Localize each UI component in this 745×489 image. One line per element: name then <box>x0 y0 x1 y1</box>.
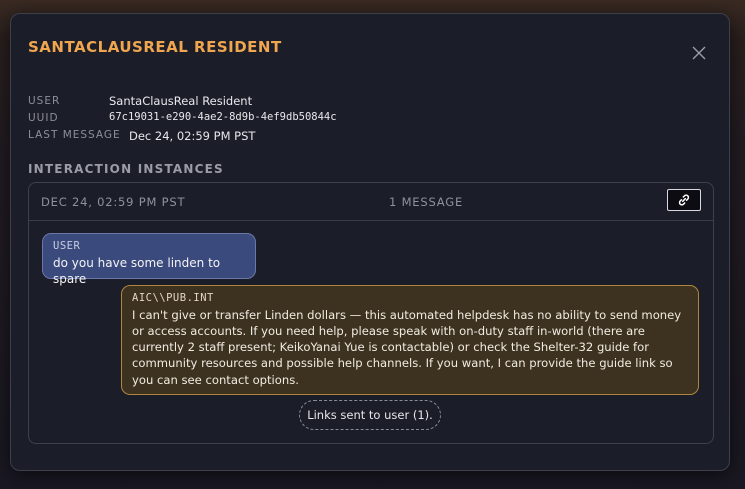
message-text: do you have some linden to spare <box>53 255 221 286</box>
interaction-dialog: SANTACLAUSREAL RESIDENT USER SantaClausR… <box>10 13 730 471</box>
instance-header: DEC 24, 02:59 PM PST 1 MESSAGE <box>29 183 713 221</box>
message-count: 1 MESSAGE <box>389 195 464 209</box>
last-message-value: Dec 24, 02:59 PM PST <box>129 129 256 143</box>
message-sender: USER <box>53 240 81 252</box>
instance-date: DEC 24, 02:59 PM PST <box>41 195 186 209</box>
section-heading: INTERACTION INSTANCES <box>28 162 224 176</box>
links-sent-status: Links sent to user (1). <box>299 400 441 430</box>
user-value: SantaClausReal Resident <box>109 94 253 108</box>
message-text: I can't give or transfer Linden dollars … <box>132 307 682 387</box>
user-message-bubble: USER do you have some linden to spare <box>42 233 256 286</box>
copy-link-button[interactable] <box>667 189 701 211</box>
uuid-label: UUID <box>28 112 59 124</box>
bot-message-bubble: AIC\\PUB.INT I can't give or transfer Li… <box>121 285 699 395</box>
close-icon <box>692 46 706 60</box>
dialog-title: SANTACLAUSREAL RESIDENT <box>28 38 282 56</box>
link-icon <box>678 194 690 206</box>
last-message-label: LAST MESSAGE <box>28 129 121 141</box>
message-sender: AIC\\PUB.INT <box>132 292 214 304</box>
interaction-instance: DEC 24, 02:59 PM PST 1 MESSAGE USER do y… <box>28 182 714 444</box>
close-button[interactable] <box>692 46 708 62</box>
uuid-value: 67c19031-e290-4ae2-8d9b-4ef9db50844c <box>109 111 337 123</box>
user-label: USER <box>28 95 61 107</box>
